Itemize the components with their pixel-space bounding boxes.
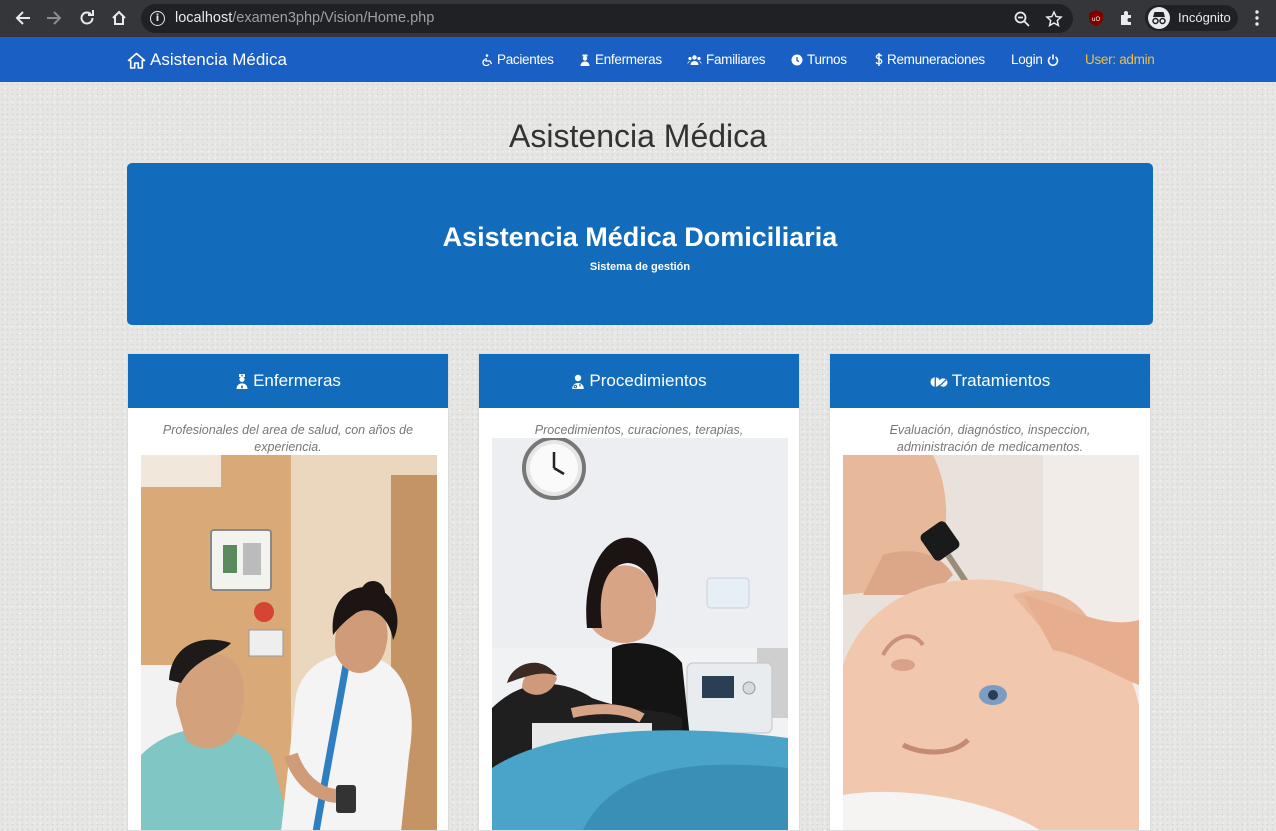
jumbotron-title: Asistencia Médica Domiciliaria	[442, 222, 838, 252]
power-icon	[1047, 54, 1058, 66]
brand-link[interactable]: Asistencia Médica	[127, 50, 287, 70]
ublock-extension-icon[interactable]: uO	[1087, 9, 1105, 27]
back-icon[interactable]	[12, 7, 34, 29]
nav-pacientes-label: Pacientes	[497, 52, 554, 67]
reload-icon[interactable]	[76, 7, 98, 29]
incognito-label: Incógnito	[1178, 10, 1231, 25]
nav-login-label: Login	[1011, 52, 1043, 67]
card-title: Tratamientos	[951, 371, 1051, 390]
extensions-puzzle-icon[interactable]	[1118, 9, 1136, 27]
clock-icon	[791, 54, 803, 65]
home-icon	[127, 52, 146, 69]
nurse-icon	[236, 373, 248, 389]
home-icon[interactable]	[108, 7, 130, 29]
users-icon	[687, 54, 702, 65]
card-procedimientos: Procedimientos Procedimientos, curacione…	[478, 353, 800, 831]
nav-enfermeras[interactable]: Enfermeras	[579, 52, 662, 67]
card-tratamientos: Tratamientos Evaluación, diagnóstico, in…	[829, 353, 1151, 831]
browser-toolbar: i localhost/examen3php/Vision/Home.php u…	[0, 0, 1276, 37]
info-icon[interactable]: i	[150, 11, 165, 26]
doctor-icon	[572, 374, 585, 389]
baby-eye-drops-photo	[843, 455, 1139, 830]
address-bar[interactable]: i localhost/examen3php/Vision/Home.php	[141, 4, 1073, 33]
nav-login[interactable]: Login	[1011, 52, 1059, 67]
app-navbar: Asistencia Médica Pacientes Enfermeras F…	[0, 37, 1276, 82]
nav-pacientes[interactable]: Pacientes	[481, 52, 554, 67]
wheelchair-icon	[482, 53, 493, 66]
nav-familiares-label: Familiares	[706, 52, 766, 67]
card-header: Tratamientos	[830, 354, 1150, 408]
card-header: Enfermeras	[128, 354, 448, 408]
incognito-profile-button[interactable]: Incógnito	[1145, 5, 1238, 31]
brand-label: Asistencia Médica	[150, 50, 288, 69]
nav-turnos[interactable]: Turnos	[791, 52, 847, 67]
dollar-icon	[875, 53, 883, 66]
url-text[interactable]: localhost/examen3php/Vision/Home.php	[175, 10, 434, 26]
nav-remuneraciones-label: Remuneraciones	[887, 52, 985, 67]
therapy-procedure-photo	[492, 438, 788, 830]
card-title: Procedimientos	[589, 371, 707, 390]
nurse-patient-photo	[141, 455, 437, 830]
nurse-icon	[580, 54, 590, 66]
user-label: User: admin	[1085, 52, 1155, 67]
svg-text:uO: uO	[1092, 16, 1101, 23]
card-description: Evaluación, diagnóstico, inspeccion, adm…	[889, 423, 1091, 454]
nav-familiares[interactable]: Familiares	[687, 52, 766, 67]
forward-icon[interactable]	[43, 7, 65, 29]
jumbotron: Asistencia Médica Domiciliaria Sistema d…	[127, 163, 1153, 325]
user-indicator[interactable]: User: admin	[1085, 52, 1155, 67]
pills-icon	[930, 376, 948, 387]
nav-remuneraciones[interactable]: Remuneraciones	[875, 52, 985, 67]
card-description: Profesionales del area de salud, con año…	[162, 423, 414, 454]
zoom-icon[interactable]	[1013, 10, 1031, 28]
nav-enfermeras-label: Enfermeras	[595, 52, 662, 67]
nav-turnos-label: Turnos	[807, 52, 847, 67]
card-enfermeras: Enfermeras Profesionales del area de sal…	[127, 353, 449, 831]
incognito-icon	[1148, 7, 1170, 29]
browser-menu-icon[interactable]	[1250, 9, 1264, 27]
jumbotron-subtitle: Sistema de gestión	[589, 261, 691, 273]
page-title: Asistencia Médica	[509, 118, 767, 154]
bookmark-star-icon[interactable]	[1045, 10, 1063, 28]
card-header: Procedimientos	[479, 354, 799, 408]
card-title: Enfermeras	[253, 371, 341, 390]
